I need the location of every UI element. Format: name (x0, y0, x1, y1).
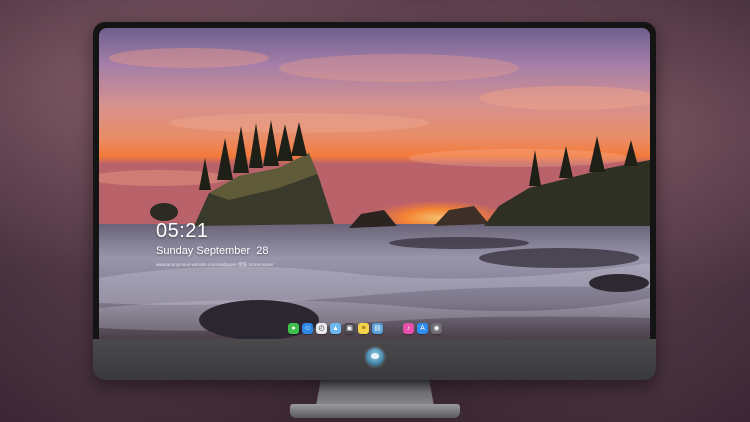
messages-icon[interactable]: ● (288, 322, 299, 334)
clapper-icon[interactable]: ▣ (344, 322, 355, 334)
monitor-stand-neck (316, 380, 434, 406)
brand-logo-icon (366, 348, 384, 366)
lock-screen-time: 05:21 (156, 220, 209, 242)
dock: ● ☺ ◴ ▲ ▣ ≡ ▤ ♪ A ◉ (288, 321, 442, 335)
maps-icon[interactable]: ▲ (330, 322, 341, 334)
monitor: 05:21 Sunday September 28 www.anonymous-… (93, 22, 656, 380)
lock-screen-subtitle: www.anonymous-website.com/wallpaper 壁纸 S… (156, 262, 274, 267)
screenshot-icon[interactable]: ◉ (431, 322, 442, 334)
monitor-stand-base (290, 404, 460, 418)
lock-screen-date: Sunday September 28 (156, 245, 269, 257)
finder-icon[interactable]: ☺ (302, 322, 313, 334)
wallpaper-landscape (99, 28, 650, 339)
itunes-icon[interactable]: ♪ (403, 322, 414, 334)
preview-icon[interactable]: ▤ (372, 322, 383, 334)
clock-icon[interactable]: ◴ (316, 322, 327, 334)
notes-icon[interactable]: ≡ (358, 322, 369, 334)
app-store-icon[interactable]: A (417, 322, 428, 334)
desktop-screen: 05:21 Sunday September 28 www.anonymous-… (99, 28, 650, 339)
